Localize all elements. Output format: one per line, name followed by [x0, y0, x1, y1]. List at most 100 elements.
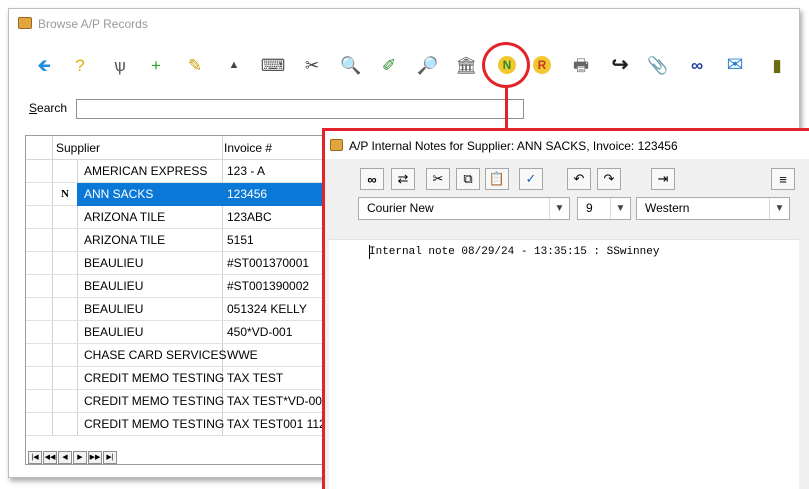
forward-button[interactable]: ↪	[607, 53, 633, 77]
binoculars-button[interactable]: ∞	[684, 53, 710, 77]
invoice-cell: 5151	[227, 233, 254, 247]
grid-header: Supplier Invoice #	[26, 136, 324, 160]
main-titlebar: Browse A/P Records	[9, 9, 799, 37]
window-title: Browse A/P Records	[38, 17, 148, 31]
row-indicator	[53, 275, 77, 298]
invoice-cell: 123ABC	[227, 210, 272, 224]
search-input[interactable]	[76, 99, 524, 119]
delete-record-icon: ▲	[228, 58, 240, 71]
row-indicator	[53, 298, 77, 321]
next-page-button[interactable]: ▶▶	[88, 451, 102, 464]
row-indicator	[53, 390, 77, 413]
chevron-down-icon: ▼	[769, 198, 789, 219]
font-size-select[interactable]: 9 ▼	[577, 197, 631, 220]
next-record-button[interactable]: ▶	[73, 451, 87, 464]
table-row[interactable]: N ANN SACKS 123456	[26, 183, 324, 206]
chevron-down-icon: ▼	[549, 198, 569, 219]
invoice-cell: 051324 KELLY	[227, 302, 307, 316]
paste-button[interactable]: 📋	[485, 168, 509, 190]
table-row[interactable]: AMERICAN EXPRESS 123 - A	[26, 160, 324, 183]
undo-button[interactable]: ↶	[567, 168, 591, 190]
zoom-button[interactable]: 🔎	[415, 53, 441, 77]
record-navigator: |◀ ◀◀ ◀ ▶ ▶▶ ▶|	[28, 451, 117, 464]
indent-button[interactable]: ⇥	[651, 168, 675, 190]
table-row[interactable]: CREDIT MEMO TESTING TAX TEST001 112	[26, 413, 324, 436]
search-label: Search	[29, 101, 67, 115]
eraser-icon: ✐	[381, 55, 397, 75]
script-select[interactable]: Western ▼	[636, 197, 790, 220]
replace-icon: ⇄	[397, 171, 409, 186]
notes-text-editor[interactable]: Internal note 08/29/24 - 13:35:15 : SSwi…	[329, 239, 799, 489]
print-button[interactable]: 🖶	[568, 53, 594, 77]
invoice-cell: TAX TEST*VD-001	[227, 394, 323, 408]
last-record-button[interactable]: ▶|	[103, 451, 117, 464]
invoice-cell: WWE	[227, 348, 258, 362]
main-toolbar: 🡸 ? ѱ + ✎ ▲ ⌨ ✂ 🔍 ✐ 🔎 🏛 N R 🖶 ↪ 📎 ∞ ✉ ▮	[9, 47, 799, 83]
table-row[interactable]: CREDIT MEMO TESTING TAX TEST	[26, 367, 324, 390]
first-record-button[interactable]: |◀	[28, 451, 42, 464]
table-row[interactable]: ARIZONA TILE 123ABC	[26, 206, 324, 229]
row-indicator	[53, 206, 77, 229]
back-button[interactable]: 🡸	[31, 53, 57, 77]
table-row[interactable]: CHASE CARD SERVICES WWE	[26, 344, 324, 367]
cut-icon: ✂	[304, 55, 320, 75]
undo-icon: ↶	[573, 171, 585, 186]
row-indicator: N	[61, 188, 69, 200]
notes-app-icon	[330, 139, 343, 151]
email-button[interactable]: ✉	[722, 53, 748, 77]
invoice-cell: #ST001390002	[227, 279, 310, 293]
redo-button[interactable]: ↷	[597, 168, 621, 190]
prev-record-button[interactable]: ◀	[58, 451, 72, 464]
ledger-button[interactable]: ▮	[764, 53, 790, 77]
ledger-icon: ▮	[772, 55, 782, 75]
find-binoculars-icon: ∞	[367, 171, 377, 187]
copy-button[interactable]: ⧉	[456, 168, 480, 190]
supplier-cell: BEAULIEU	[84, 279, 144, 293]
cut-button[interactable]: ✂	[299, 53, 325, 77]
add-button[interactable]: +	[143, 53, 169, 77]
prev-page-button[interactable]: ◀◀	[43, 451, 57, 464]
keyboard-button[interactable]: ⌨	[260, 53, 286, 77]
find-button[interactable]: 🔍	[338, 53, 364, 77]
find-button[interactable]: ∞	[360, 168, 384, 190]
row-indicator	[53, 160, 77, 183]
invoice-cell: 123 - A	[227, 164, 266, 178]
supplier-cell: CREDIT MEMO TESTING	[84, 417, 225, 431]
screen: Browse A/P Records 🡸 ? ѱ + ✎ ▲ ⌨ ✂ 🔍 ✐ 🔎…	[0, 0, 809, 489]
table-row[interactable]: CREDIT MEMO TESTING TAX TEST*VD-001	[26, 390, 324, 413]
attachment-button[interactable]: 📎	[645, 53, 671, 77]
zoom-icon: 🔎	[417, 55, 439, 75]
font-name-select[interactable]: Courier New ▼	[358, 197, 570, 220]
callout-highlight-circle	[482, 42, 530, 88]
invoice-cell: TAX TEST001 112	[227, 417, 323, 431]
split-button[interactable]: ѱ	[107, 53, 133, 77]
spellcheck-button[interactable]: ✓	[519, 168, 543, 190]
edit-record-icon: ✎	[187, 55, 203, 75]
table-row[interactable]: ARIZONA TILE 5151	[26, 229, 324, 252]
delete-button[interactable]: ▲	[221, 53, 247, 77]
table-row[interactable]: BEAULIEU 051324 KELLY	[26, 298, 324, 321]
print-icon: 🖶	[572, 55, 590, 75]
search-label-accel: S	[29, 101, 38, 115]
table-row[interactable]: BEAULIEU #ST001390002	[26, 275, 324, 298]
script-value: Western	[645, 201, 690, 215]
external-notes-button[interactable]: R	[529, 53, 555, 77]
table-row[interactable]: BEAULIEU 450*VD-001	[26, 321, 324, 344]
row-indicator	[53, 344, 77, 367]
spellcheck-icon: ✓	[525, 171, 537, 186]
invoice-cell: 123456	[223, 183, 323, 206]
column-header-invoice[interactable]: Invoice #	[224, 136, 272, 160]
edit-button[interactable]: ✎	[182, 53, 208, 77]
column-header-supplier[interactable]: Supplier	[56, 136, 100, 160]
table-row[interactable]: BEAULIEU #ST001370001	[26, 252, 324, 275]
align-left-button[interactable]: ≡	[771, 168, 795, 190]
eraser-button[interactable]: ✐	[376, 53, 402, 77]
row-indicator	[53, 229, 77, 252]
help-button[interactable]: ?	[67, 53, 93, 77]
bank-button[interactable]: 🏛	[453, 53, 479, 77]
replace-button[interactable]: ⇄	[391, 168, 415, 190]
cut-button[interactable]: ✂	[426, 168, 450, 190]
supplier-cell: CHASE CARD SERVICES	[84, 348, 227, 362]
split-icon: ѱ	[114, 55, 126, 75]
row-indicator	[53, 367, 77, 390]
